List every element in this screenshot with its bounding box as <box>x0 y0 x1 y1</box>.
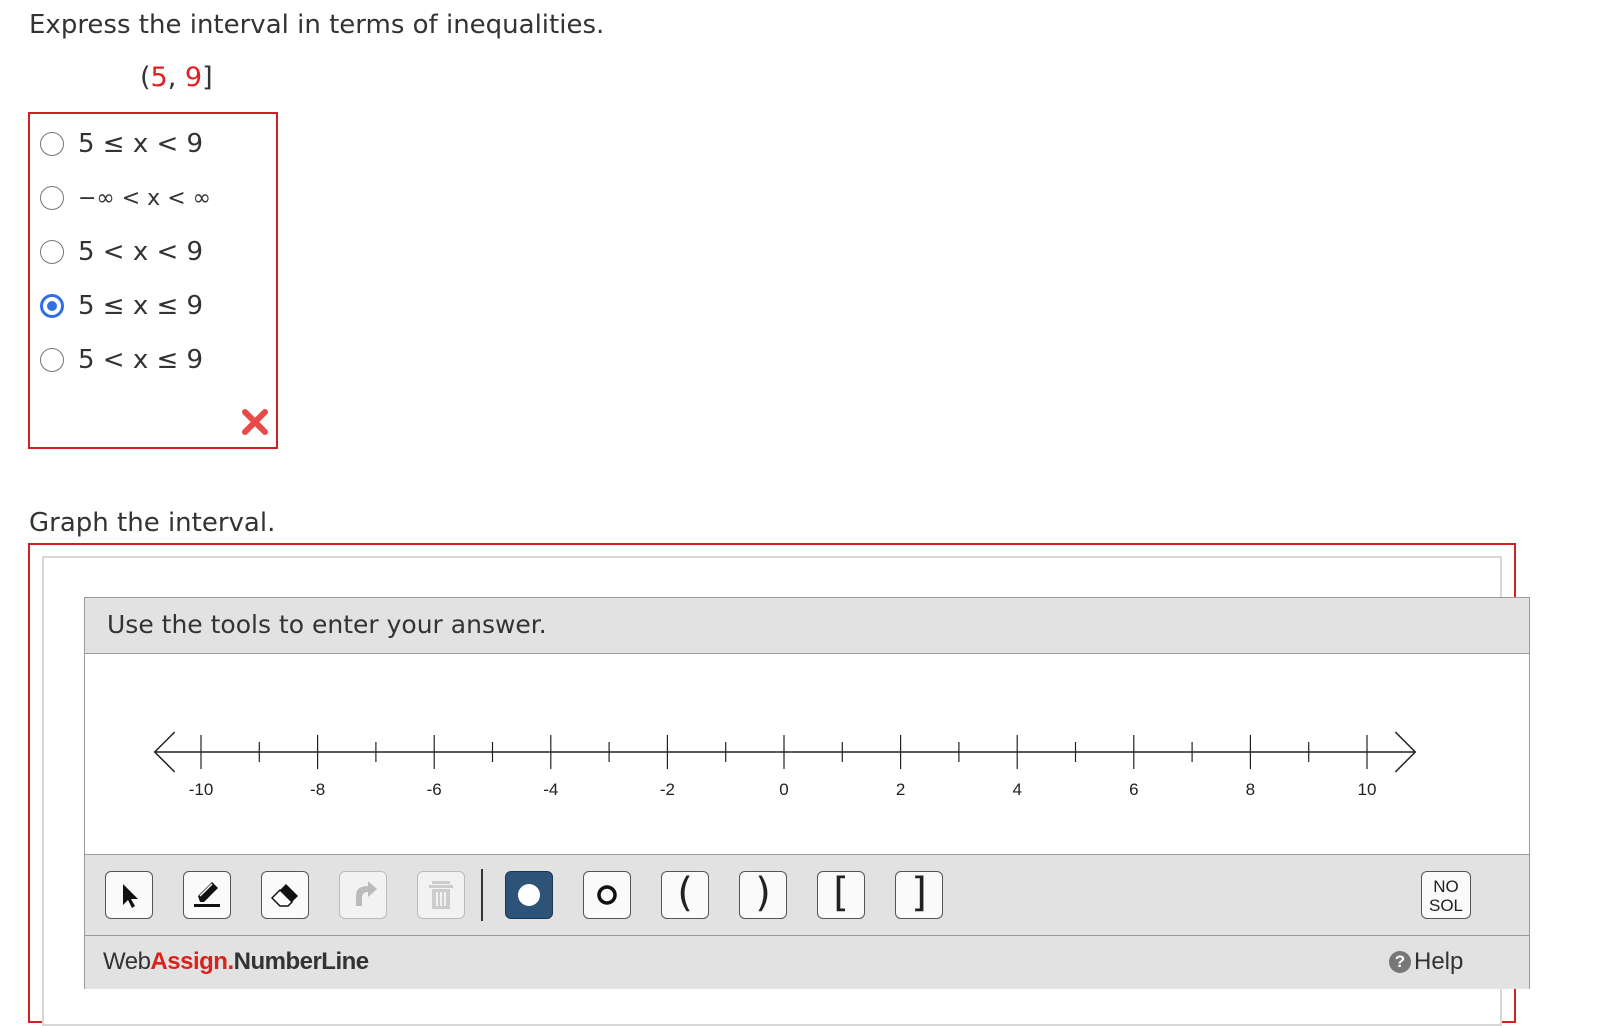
radio-button[interactable] <box>40 132 64 156</box>
choice-label: 5 < x < 9 <box>78 237 204 267</box>
right-bracket-icon: ] <box>911 870 927 916</box>
tool-footer: WebAssign.NumberLine ? Help <box>85 936 1529 989</box>
question-prompt-graph: Graph the interval. <box>29 508 276 538</box>
eraser-icon <box>270 884 298 907</box>
left-paren-icon: ( <box>677 870 693 916</box>
number-line[interactable]: -10 -8 -6 -4 -2 0 2 4 6 8 10 <box>153 731 1417 799</box>
interval-right-endpoint: 9 <box>184 62 203 93</box>
tick-label: 10 <box>1358 780 1377 799</box>
undo-button[interactable] <box>339 871 387 919</box>
tick-label: -4 <box>543 780 558 799</box>
choice-2[interactable]: −∞ < x < ∞ <box>40 178 211 218</box>
help-label: Help <box>1414 948 1464 975</box>
question-prompt-inequalities: Express the interval in terms of inequal… <box>29 10 605 40</box>
closed-point-tool-button[interactable] <box>505 871 553 919</box>
choice-label: −∞ < x < ∞ <box>78 185 211 211</box>
choice-label: 5 ≤ x < 9 <box>78 129 204 159</box>
undo-icon <box>356 881 377 906</box>
interval-open-paren: ( <box>140 62 151 93</box>
help-link[interactable]: ? Help <box>1389 948 1463 976</box>
tick-label: -10 <box>189 780 214 799</box>
choice-4[interactable]: 5 ≤ x ≤ 9 <box>40 286 203 326</box>
interval-comma: , <box>167 62 185 93</box>
right-bracket-tool-button[interactable]: ] <box>895 871 943 919</box>
tick-label: -8 <box>310 780 325 799</box>
interval-close-bracket: ] <box>202 62 213 93</box>
erase-tool-button[interactable] <box>261 871 309 919</box>
tool-instructions: Use the tools to enter your answer. <box>107 610 547 639</box>
draw-tool-button[interactable] <box>183 871 231 919</box>
trash-icon <box>429 881 453 909</box>
no-solution-line1: NO <box>1433 877 1459 896</box>
incorrect-x-icon <box>242 409 268 435</box>
open-point-tool-button[interactable] <box>583 871 631 919</box>
radio-button-selected[interactable] <box>40 294 64 318</box>
radio-button[interactable] <box>40 186 64 210</box>
tick-label: 4 <box>1012 780 1021 799</box>
left-bracket-icon: [ <box>833 870 849 916</box>
tick-label: 0 <box>779 780 788 799</box>
pointer-tool-button[interactable] <box>105 871 153 919</box>
number-line-canvas[interactable]: -10 -8 -6 -4 -2 0 2 4 6 8 10 <box>85 654 1529 854</box>
tick-label: -6 <box>427 780 442 799</box>
delete-button[interactable] <box>417 871 465 919</box>
radio-button[interactable] <box>40 348 64 372</box>
help-icon: ? <box>1389 951 1411 973</box>
tick-label: 8 <box>1246 780 1255 799</box>
pointer-icon <box>123 884 138 908</box>
toolbar-separator <box>481 869 483 921</box>
radio-button[interactable] <box>40 240 64 264</box>
no-solution-line2: SOL <box>1428 896 1464 915</box>
webassign-numberline-logo: WebAssign.NumberLine <box>103 948 369 975</box>
toolbar: ( ) [ ] NO SOL <box>85 854 1529 936</box>
tick-label: -2 <box>660 780 675 799</box>
choice-label: 5 < x ≤ 9 <box>78 345 204 375</box>
right-paren-tool-button[interactable]: ) <box>739 871 787 919</box>
closed-point-icon <box>518 884 540 906</box>
no-solution-button[interactable]: NO SOL <box>1421 871 1471 919</box>
left-paren-tool-button[interactable]: ( <box>661 871 709 919</box>
tick-label: 2 <box>896 780 905 799</box>
tick-label: 6 <box>1129 780 1138 799</box>
open-point-icon <box>597 885 617 905</box>
interval-left-endpoint: 5 <box>150 62 168 93</box>
pencil-icon <box>194 882 220 907</box>
right-paren-icon: ) <box>755 870 771 916</box>
choice-3[interactable]: 5 < x < 9 <box>40 232 203 272</box>
left-bracket-tool-button[interactable]: [ <box>817 871 865 919</box>
interval-expression: (5, 9] <box>140 62 213 93</box>
tool-header: Use the tools to enter your answer. <box>85 598 1529 654</box>
choice-label: 5 ≤ x ≤ 9 <box>78 291 204 321</box>
numberline-tool: Use the tools to enter your answer. -10-… <box>84 597 1530 989</box>
answer-choices-box: 5 ≤ x < 9 −∞ < x < ∞ 5 < x < 9 5 ≤ x ≤ 9… <box>28 112 278 449</box>
choice-5[interactable]: 5 < x ≤ 9 <box>40 340 203 380</box>
choice-1[interactable]: 5 ≤ x < 9 <box>40 124 203 164</box>
